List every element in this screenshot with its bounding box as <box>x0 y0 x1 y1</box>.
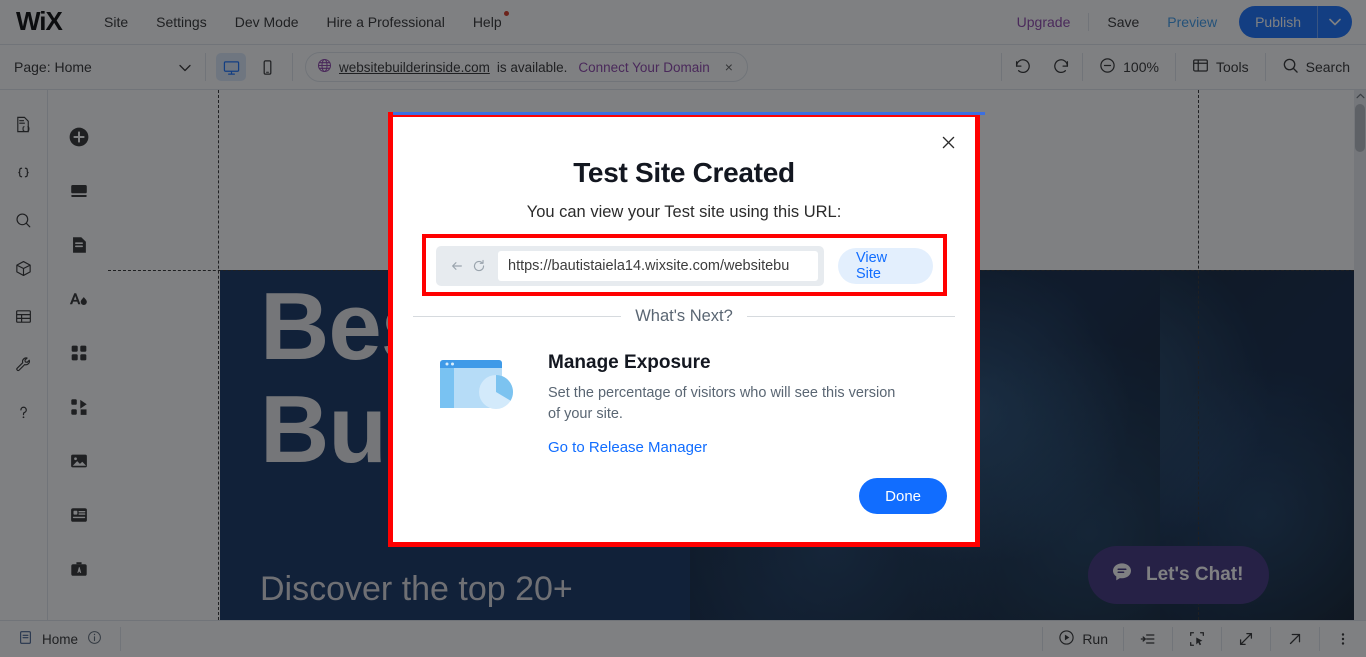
dialog-title: Test Site Created <box>573 157 795 188</box>
modal-top-accent-line <box>393 112 985 115</box>
divider-line-right <box>746 316 956 317</box>
whats-next-label: What's Next? <box>635 307 733 325</box>
go-to-release-manager-link[interactable]: Go to Release Manager <box>548 439 707 456</box>
done-button[interactable]: Done <box>859 478 947 514</box>
test-site-created-dialog: Test Site Created You can view your Test… <box>393 117 975 542</box>
next-step-body: Manage Exposure Set the percentage of vi… <box>548 352 938 457</box>
site-url-input[interactable]: https://bautistaiela14.wixsite.com/websi… <box>498 251 818 281</box>
browser-pie-chart-icon <box>438 356 518 418</box>
close-x-icon[interactable] <box>937 131 959 153</box>
next-step-card: Manage Exposure Set the percentage of vi… <box>438 352 938 457</box>
highlight-box-url-row: https://bautistaiela14.wixsite.com/websi… <box>422 234 947 296</box>
dialog-subtitle: You can view your Test site using this U… <box>526 203 842 221</box>
next-step-title: Manage Exposure <box>548 352 711 373</box>
next-step-description: Set the percentage of visitors who will … <box>548 385 896 423</box>
browser-url-chrome: https://bautistaiela14.wixsite.com/websi… <box>436 246 824 286</box>
divider-line-left <box>413 316 622 317</box>
view-site-button[interactable]: View Site <box>837 248 933 284</box>
url-row: https://bautistaiela14.wixsite.com/websi… <box>436 246 933 286</box>
back-arrow-icon[interactable] <box>446 259 468 273</box>
whats-next-divider: What's Next? <box>413 307 956 326</box>
wix-editor-window: WiX Site Settings Dev Mode Hire a Profes… <box>0 0 1366 657</box>
reload-icon[interactable] <box>468 259 490 273</box>
highlight-box-modal: Test Site Created You can view your Test… <box>388 112 985 547</box>
